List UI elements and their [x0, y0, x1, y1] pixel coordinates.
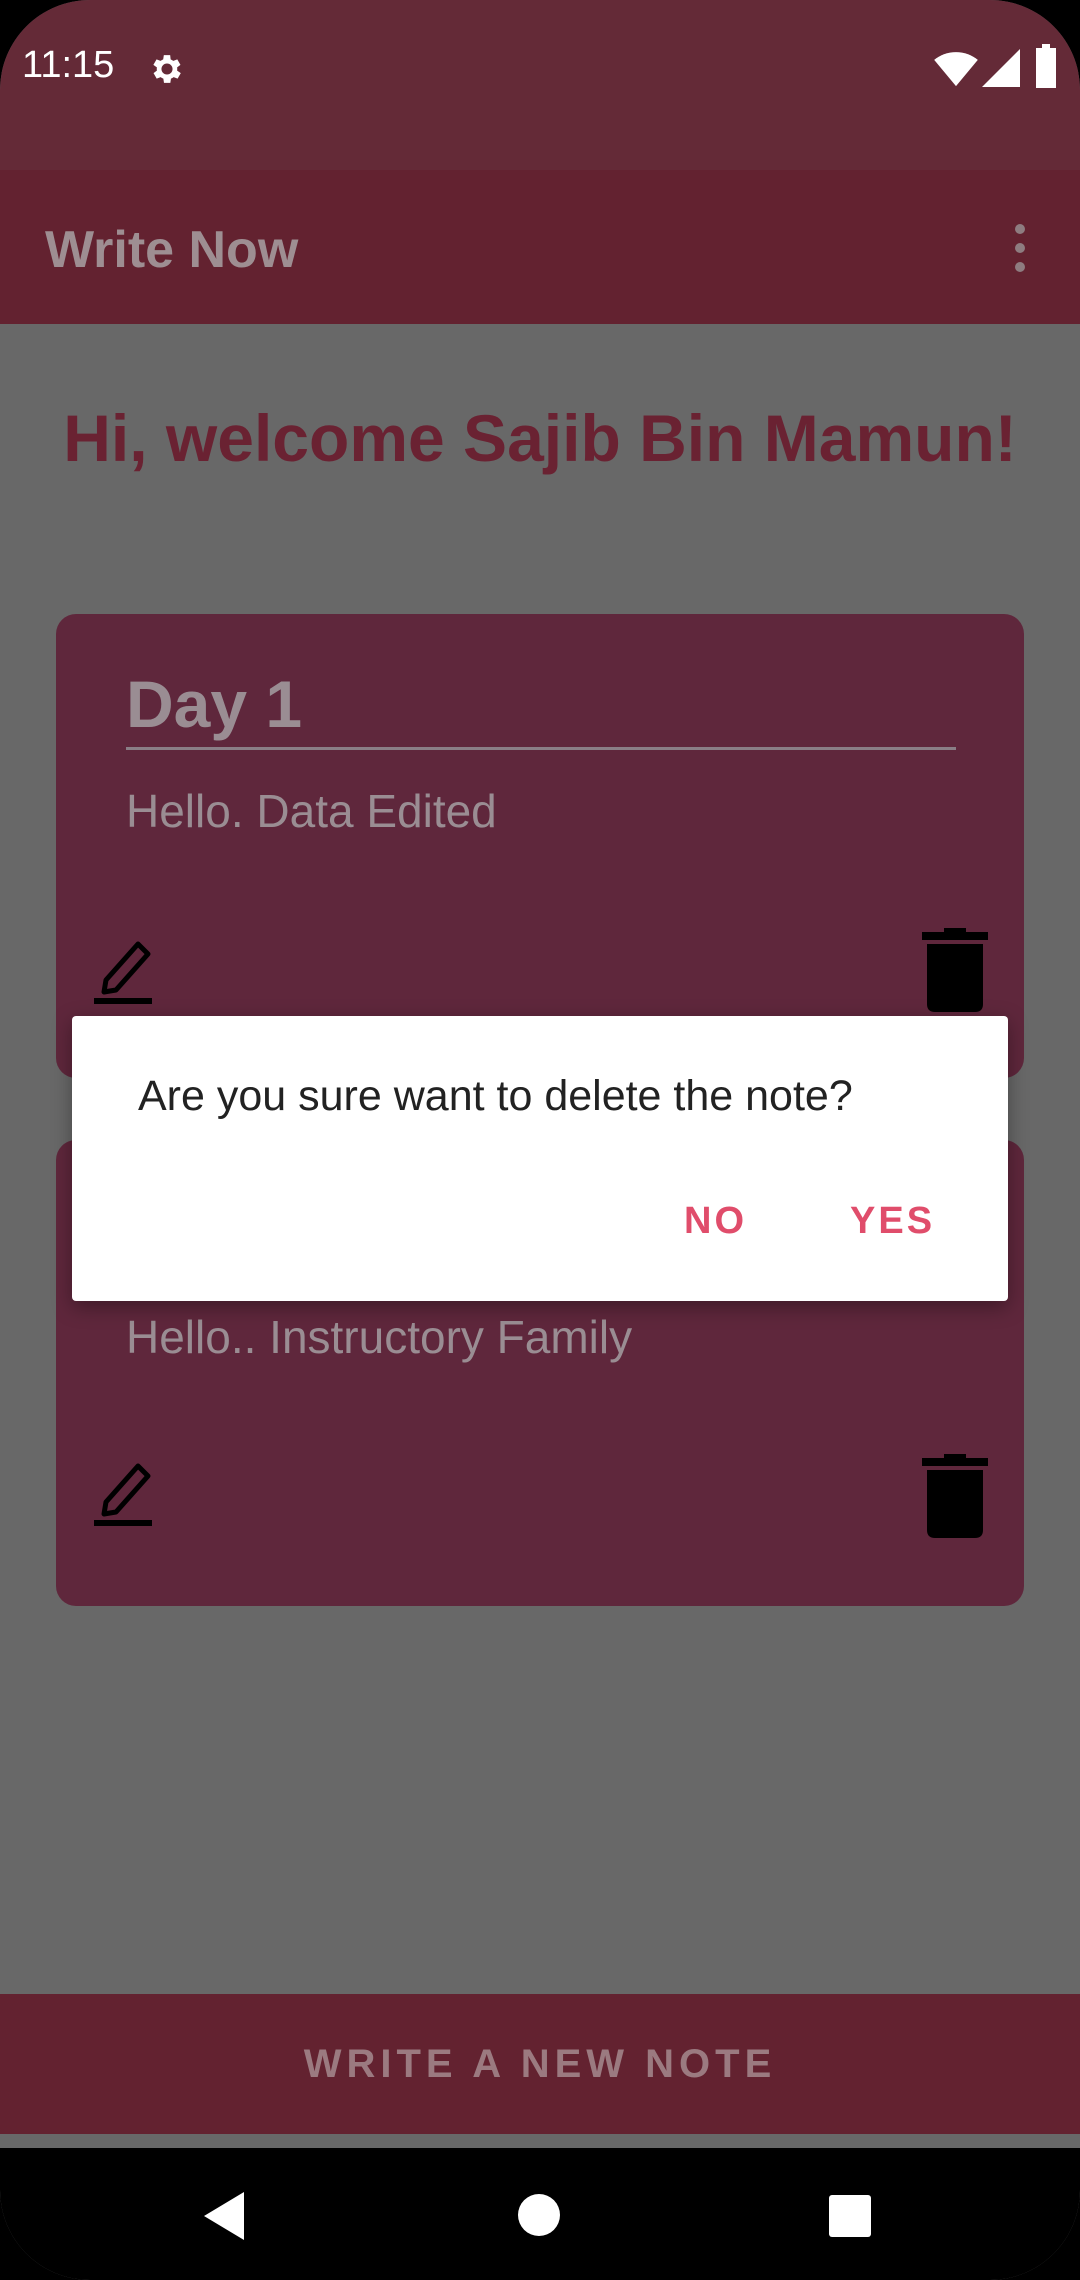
- delete-confirm-dialog: Are you sure want to delete the note? NO…: [72, 1016, 1008, 1301]
- back-icon[interactable]: [204, 2192, 244, 2240]
- trash-icon[interactable]: [922, 1454, 988, 1538]
- write-new-note-button[interactable]: WRITE A NEW NOTE: [0, 1994, 1080, 2134]
- wifi-icon: [934, 52, 978, 87]
- yes-button[interactable]: YES: [850, 1200, 935, 1243]
- overflow-menu-icon[interactable]: [1005, 218, 1035, 278]
- phone-screen: 11:15 Write Now Hi, welcome Sajib Bin Ma…: [0, 0, 1080, 2280]
- app-title: Write Now: [45, 221, 299, 279]
- edit-icon[interactable]: [94, 934, 156, 1004]
- recents-icon[interactable]: [829, 2195, 871, 2237]
- status-bar: 11:15: [0, 0, 1080, 170]
- note-body: Hello.. Instructory Family: [126, 1311, 633, 1363]
- write-new-note-label: WRITE A NEW NOTE: [303, 2042, 777, 2086]
- title-underline: [126, 747, 956, 750]
- welcome-heading: Hi, welcome Sajib Bin Mamun!: [63, 401, 1017, 475]
- app-bar: Write Now: [0, 170, 1080, 324]
- battery-icon: [1036, 44, 1056, 88]
- home-icon[interactable]: [518, 2194, 560, 2236]
- nav-bar: [0, 2148, 1080, 2280]
- dialog-message: Are you sure want to delete the note?: [138, 1072, 853, 1120]
- edit-icon[interactable]: [94, 1456, 156, 1526]
- settings-icon: [153, 55, 181, 83]
- note-card[interactable]: Day 1 Hello. Data Edited: [56, 614, 1024, 1078]
- status-time: 11:15: [22, 44, 115, 86]
- note-title: Day 1: [126, 667, 303, 741]
- note-body: Hello. Data Edited: [126, 785, 497, 837]
- trash-icon[interactable]: [922, 928, 988, 1012]
- signal-icon: [982, 49, 1020, 87]
- no-button[interactable]: NO: [684, 1200, 747, 1243]
